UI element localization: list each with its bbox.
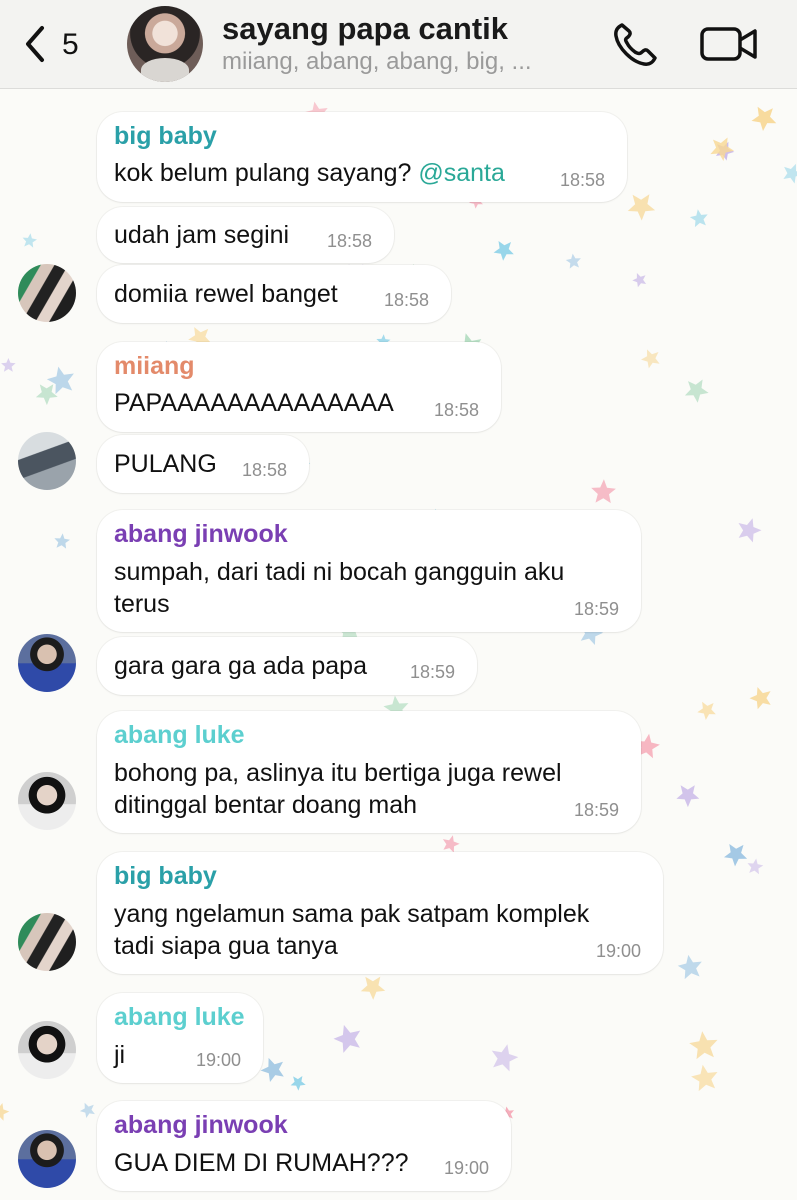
star-decoration	[749, 687, 771, 710]
message-time: 18:58	[559, 170, 605, 190]
star-decoration	[724, 844, 748, 867]
star-decoration	[493, 241, 514, 261]
star-decoration	[290, 1076, 306, 1091]
message-time: 18:58	[383, 290, 429, 310]
sender-avatar[interactable]	[18, 264, 76, 322]
chevron-left-icon	[26, 26, 44, 62]
sender-avatar[interactable]	[18, 913, 76, 971]
message-time: 18:58	[326, 231, 372, 251]
message-time: 19:00	[443, 1158, 489, 1178]
star-decoration	[627, 194, 656, 221]
star-decoration	[333, 1024, 361, 1053]
star-decoration	[783, 163, 797, 184]
mention-link[interactable]: @santa	[418, 159, 505, 187]
message-bubble[interactable]: gara gara ga ada papa 18:59	[97, 637, 477, 695]
star-decoration	[676, 785, 700, 808]
sender-name[interactable]: big baby	[114, 862, 217, 891]
back-button[interactable]: 5	[14, 18, 94, 68]
star-decoration	[491, 1044, 519, 1072]
chat-title[interactable]: sayang papa cantik	[222, 11, 508, 47]
sender-name[interactable]: abang luke	[114, 721, 245, 750]
message-text: gara gara ga ada papa	[114, 652, 367, 680]
star-decoration	[632, 273, 647, 288]
star-decoration	[689, 1031, 718, 1060]
message-time: 18:59	[573, 599, 619, 619]
star-decoration	[260, 1057, 284, 1082]
message-bubble[interactable]: abang luke ji 19:00	[97, 993, 263, 1083]
message-bubble[interactable]: domiia rewel banget 18:58	[97, 265, 451, 323]
voice-call-button[interactable]	[608, 18, 662, 72]
star-decoration	[684, 379, 709, 403]
star-decoration	[565, 253, 581, 269]
star-decoration	[697, 701, 716, 720]
star-decoration	[747, 858, 764, 875]
sender-name[interactable]: miiang	[114, 352, 195, 381]
sender-name[interactable]: big baby	[114, 122, 217, 151]
message-text: ji	[114, 1041, 126, 1069]
message-time: 18:59	[409, 662, 455, 682]
message-bubble[interactable]: abang jinwook GUA DIEM DI RUMAH??? 19:00	[97, 1101, 511, 1191]
phone-icon	[614, 23, 657, 66]
message-bubble[interactable]: abang jinwook sumpah, dari tadi ni bocah…	[97, 510, 641, 632]
star-decoration	[691, 1064, 718, 1092]
star-decoration	[35, 384, 58, 406]
video-camera-icon	[700, 27, 757, 61]
message-bubble[interactable]: PULANG 18:58	[97, 435, 309, 493]
message-time: 19:00	[595, 941, 641, 961]
chat-members[interactable]: miiang, abang, abang, big, ...	[222, 48, 532, 76]
sender-avatar[interactable]	[18, 1130, 76, 1188]
chat-header: 5 sayang papa cantik miiang, abang, aban…	[0, 0, 797, 89]
unread-count: 5	[62, 28, 79, 61]
message-text: GUA DIEM DI RUMAH???	[114, 1149, 409, 1177]
sender-avatar[interactable]	[18, 432, 76, 490]
star-decoration	[751, 106, 777, 131]
sender-avatar[interactable]	[18, 772, 76, 830]
star-decoration	[54, 533, 70, 549]
message-time: 18:58	[433, 400, 479, 420]
star-decoration	[641, 349, 660, 369]
message-text-line: yang ngelamun sama pak satpam komplek	[114, 900, 590, 928]
message-time: 19:00	[195, 1050, 241, 1070]
message-text-line: bohong pa, aslinya itu bertiga juga rewe…	[114, 759, 562, 787]
message-text: kok belum pulang sayang? @santa	[114, 159, 505, 187]
message-time: 18:58	[241, 460, 287, 480]
message-text: PAPAAAAAAAAAAAAAA	[114, 389, 394, 417]
sender-avatar[interactable]	[18, 1021, 76, 1079]
message-text-line: terus	[114, 590, 170, 618]
star-decoration	[591, 479, 616, 504]
message-time: 18:59	[573, 800, 619, 820]
star-decoration	[710, 137, 734, 161]
message-text-line: sumpah, dari tadi ni bocah gangguin aku	[114, 558, 565, 586]
sender-name[interactable]: abang luke	[114, 1003, 245, 1032]
star-decoration	[442, 835, 460, 853]
message-text-line: tadi siapa gua tanya	[114, 932, 338, 960]
star-decoration	[360, 976, 386, 1000]
message-text-line: ditinggal bentar doang mah	[114, 791, 418, 819]
message-bubble[interactable]: big baby yang ngelamun sama pak satpam k…	[97, 852, 663, 974]
star-decoration	[79, 1102, 95, 1118]
star-decoration	[738, 518, 762, 543]
message-text: udah jam segini	[114, 221, 290, 249]
star-decoration	[689, 209, 708, 228]
message-text: domiia rewel banget	[114, 280, 338, 308]
star-decoration	[1, 358, 16, 372]
star-decoration	[677, 954, 702, 980]
message-text: PULANG	[114, 450, 217, 478]
star-decoration	[0, 1103, 10, 1121]
group-avatar[interactable]	[127, 6, 203, 82]
sender-name[interactable]: abang jinwook	[114, 520, 288, 549]
message-bubble[interactable]: miiang PAPAAAAAAAAAAAAAA 18:58	[97, 342, 501, 432]
sender-avatar[interactable]	[18, 634, 76, 692]
message-bubble[interactable]: udah jam segini 18:58	[97, 207, 394, 263]
star-decoration	[22, 233, 37, 248]
message-bubble[interactable]: big baby kok belum pulang sayang? @santa…	[97, 112, 627, 202]
message-bubble[interactable]: abang luke bohong pa, aslinya itu bertig…	[97, 711, 641, 833]
video-call-button[interactable]	[698, 20, 760, 68]
sender-name[interactable]: abang jinwook	[114, 1111, 288, 1140]
